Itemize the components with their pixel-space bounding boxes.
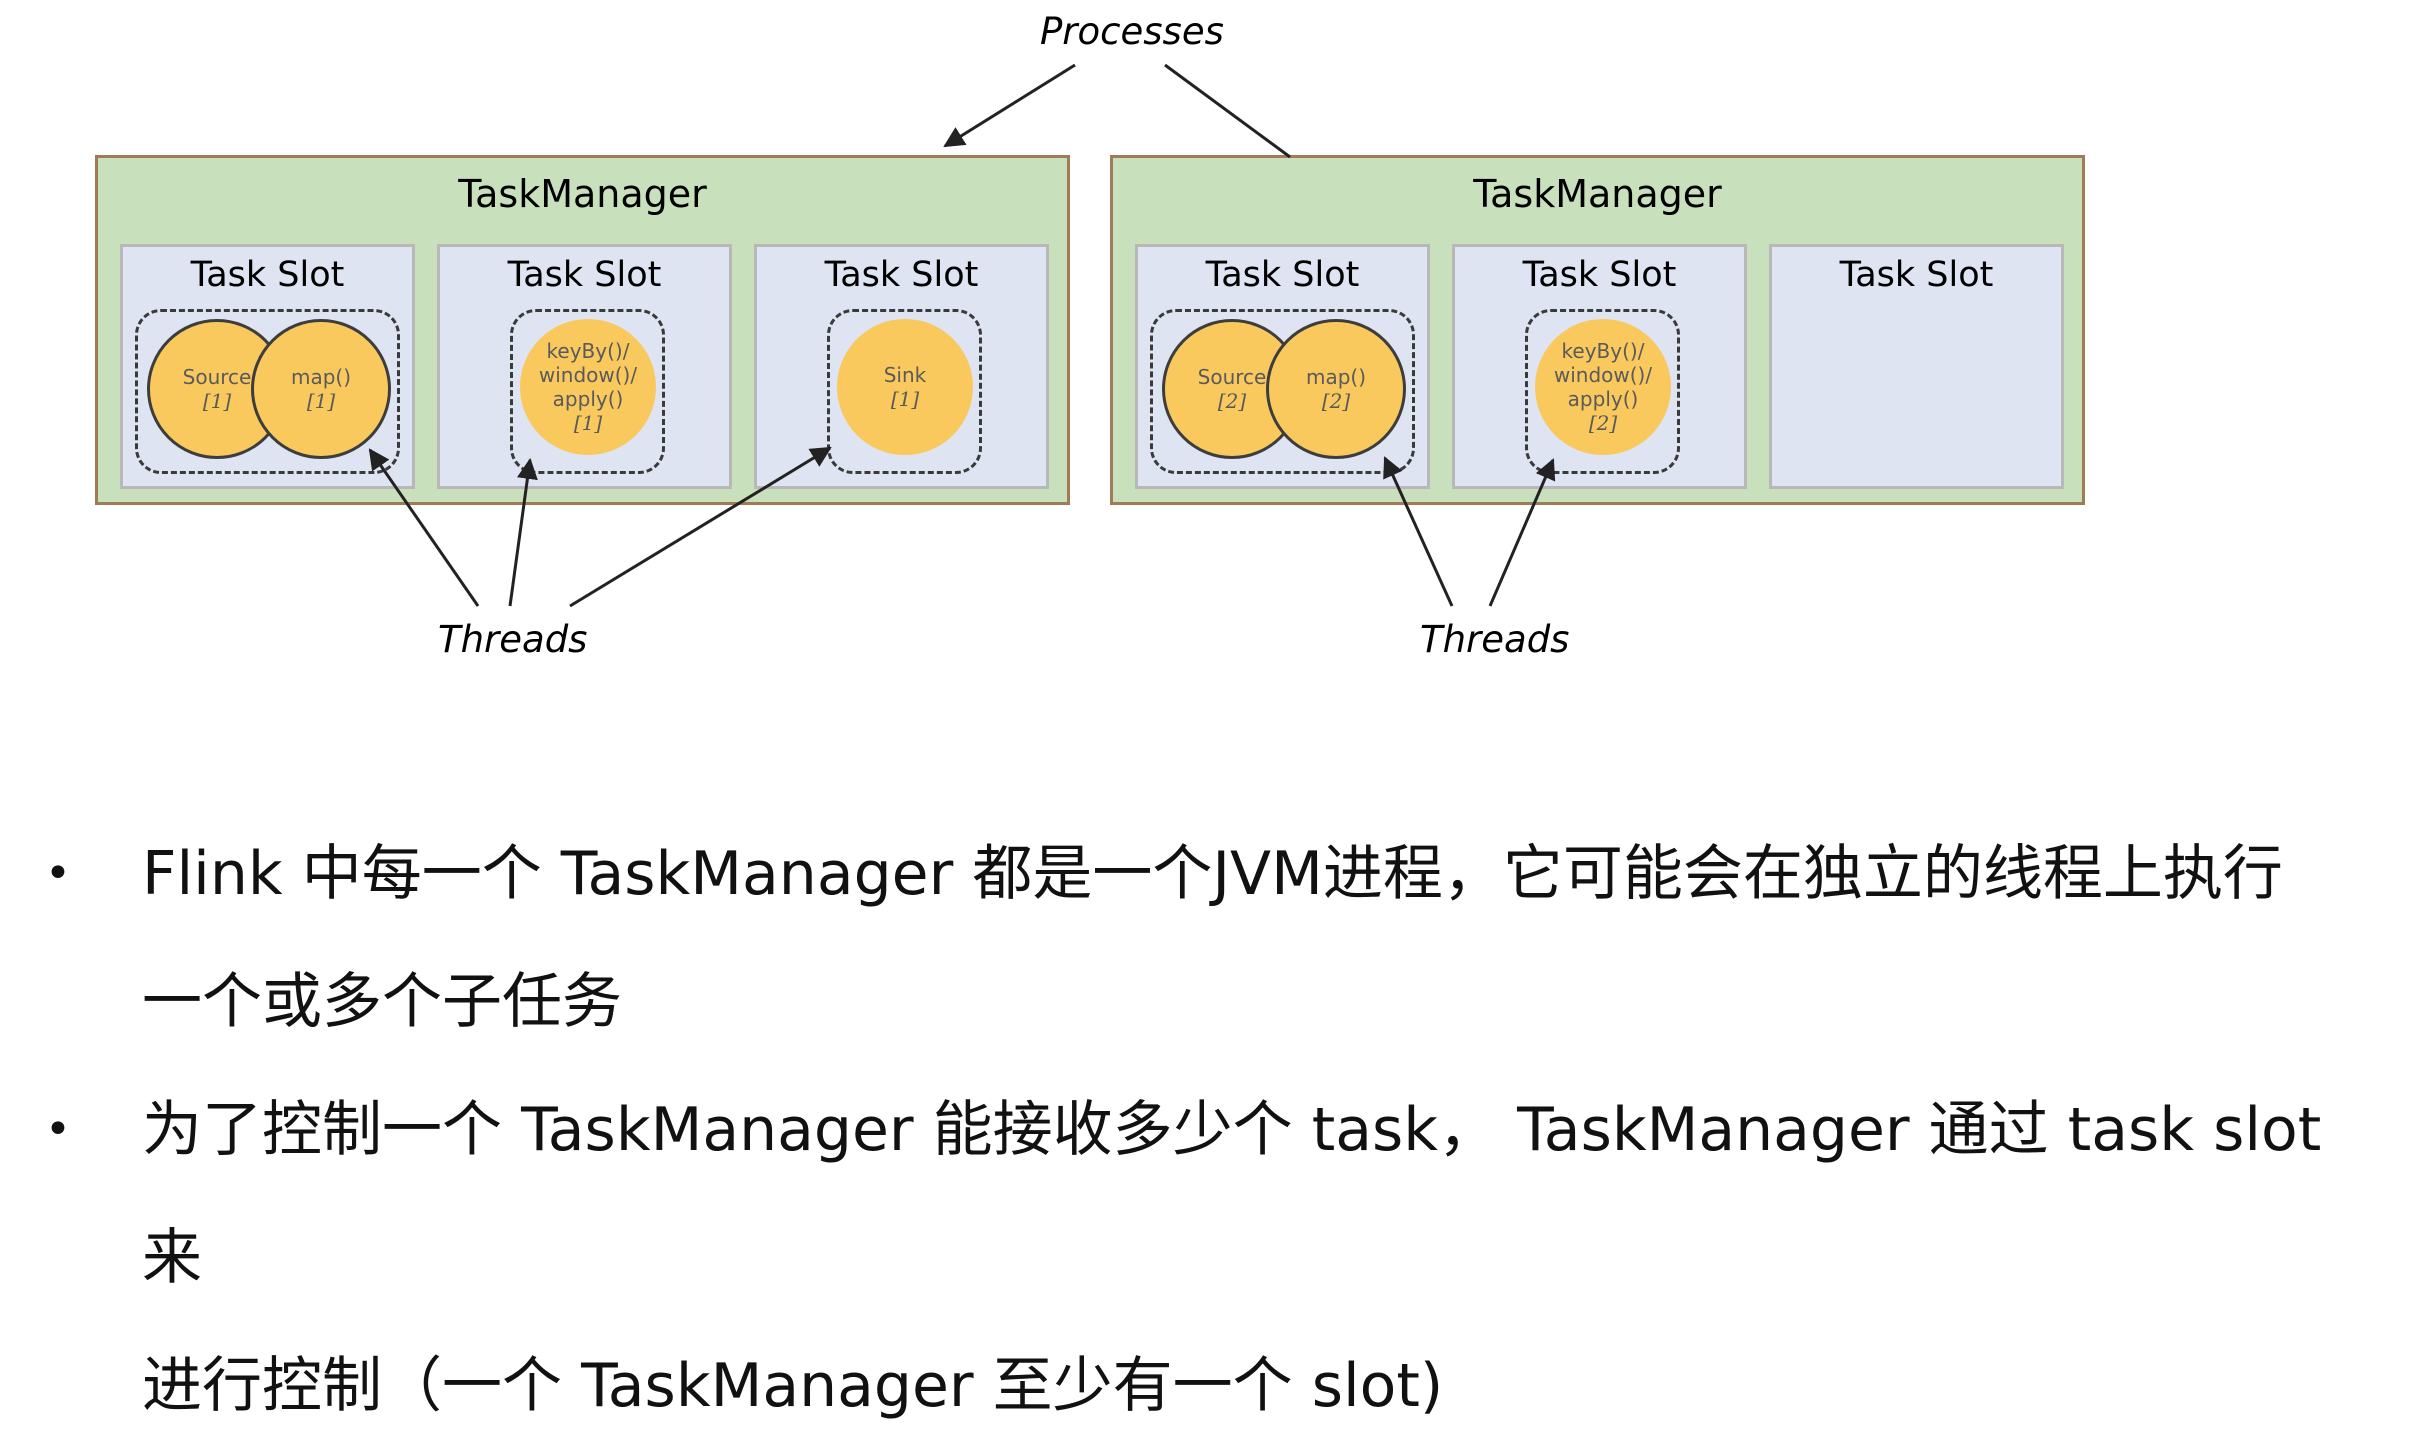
- task-slot-title: Task Slot: [1522, 255, 1677, 295]
- sink-operator: Sink [1]: [837, 319, 973, 455]
- task-slot-title: Task Slot: [190, 255, 345, 295]
- taskmanager-title: TaskManager: [1473, 172, 1722, 216]
- threads-label-right: Threads: [1420, 618, 1570, 661]
- task-slot: Task Slot keyBy()/window()/apply() [1]: [437, 244, 732, 489]
- taskmanager-box: TaskManager Task Slot Source [2] map() [2] Tas…: [1110, 155, 2085, 505]
- bullet-dot-icon: •: [45, 848, 71, 899]
- bullet-line: 一个或多个子任务: [142, 967, 622, 1037]
- bullet-dot-icon: •: [45, 1104, 71, 1155]
- taskmanager-box: TaskManager Task Slot Source [1] map() [1] Tas…: [95, 155, 1070, 505]
- bullet-line: Flink 中每一个 TaskManager 都是一个JVM进程，它可能会在独立…: [142, 839, 2283, 909]
- bullet-line: 为了控制一个 TaskManager 能接收多少个 task， TaskMana…: [142, 1095, 2322, 1293]
- task-slot: Task Slot Source [1] map() [1]: [120, 244, 415, 489]
- processes-label: Processes: [1040, 10, 1224, 53]
- bullet-item: • Flink 中每一个 TaskManager 都是一个JVM进程，它可能会在…: [45, 810, 2395, 1066]
- map-operator: map() [1]: [251, 319, 391, 459]
- task-slot: Task Slot Source [2] map() [2]: [1135, 244, 1430, 489]
- keyby-window-apply-operator: keyBy()/window()/apply() [1]: [520, 319, 656, 455]
- process-arrow-right: [1164, 63, 1291, 159]
- keyby-window-apply-operator: keyBy()/window()/apply() [2]: [1535, 319, 1671, 455]
- task-slot: Task Slot: [1769, 244, 2064, 489]
- threads-label-left: Threads: [438, 618, 588, 661]
- bullet-list: • Flink 中每一个 TaskManager 都是一个JVM进程，它可能会在…: [45, 810, 2395, 1450]
- bullet-line: 进行控制（一个 TaskManager 至少有一个 slot): [142, 1351, 1444, 1421]
- taskmanager-title: TaskManager: [458, 172, 707, 216]
- task-slot-title: Task Slot: [824, 255, 979, 295]
- task-slot: Task Slot Sink [1]: [754, 244, 1049, 489]
- task-slot-title: Task Slot: [507, 255, 662, 295]
- task-slot-title: Task Slot: [1205, 255, 1360, 295]
- task-slot: Task Slot keyBy()/window()/apply() [2]: [1452, 244, 1747, 489]
- task-slot-title: Task Slot: [1839, 255, 1994, 295]
- map-operator: map() [2]: [1266, 319, 1406, 459]
- bullet-item: • 为了控制一个 TaskManager 能接收多少个 task， TaskMa…: [45, 1066, 2395, 1450]
- process-arrow-left: [943, 63, 1076, 148]
